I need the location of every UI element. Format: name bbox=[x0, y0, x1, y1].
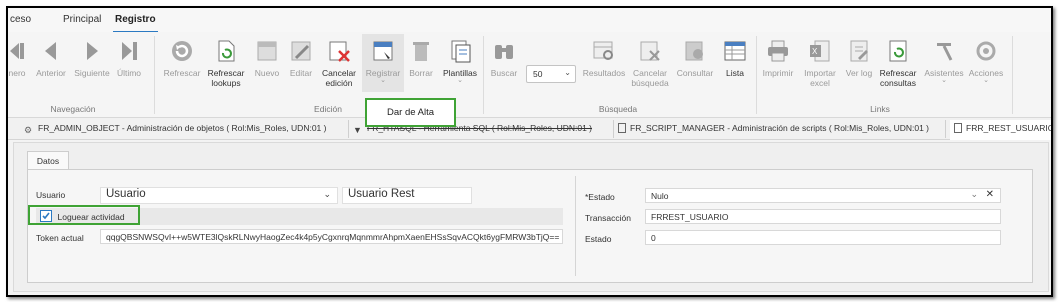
registrar-button[interactable]: Registrar ⌄ bbox=[362, 34, 404, 92]
refrescar-button[interactable]: Refrescar bbox=[161, 38, 203, 78]
register-icon bbox=[373, 41, 393, 61]
filter-icon: ▼ bbox=[353, 125, 362, 135]
menu-bar: ceso Principal Registro bbox=[8, 8, 1051, 33]
imprimir-button[interactable]: Imprimir bbox=[760, 38, 796, 78]
group-divider bbox=[483, 36, 484, 114]
cancelar-edicion-button[interactable]: Cancelar edición bbox=[320, 38, 358, 88]
estado2-label: Estado bbox=[585, 234, 612, 244]
group-divider bbox=[756, 36, 757, 114]
estado-select[interactable]: Nulo ⌄ ✕ bbox=[645, 188, 1001, 203]
acciones-button[interactable]: Acciones ⌄ bbox=[966, 38, 1006, 84]
usuario-name-field: Usuario Rest bbox=[342, 187, 472, 204]
primero-button[interactable]: nero bbox=[8, 38, 32, 78]
document-icon bbox=[954, 123, 962, 133]
query-icon bbox=[685, 41, 703, 61]
templates-icon bbox=[451, 40, 471, 63]
chevron-down-icon: ⌄ bbox=[970, 189, 978, 199]
buscar-button[interactable]: Buscar bbox=[487, 38, 521, 78]
ribbon: nero Anterior Siguiente Último Navegació… bbox=[8, 32, 1051, 118]
transaccion-label: Transacción bbox=[585, 213, 631, 223]
document-icon bbox=[618, 123, 626, 133]
editar-button[interactable]: Editar bbox=[286, 38, 316, 78]
usuario-label: Usuario bbox=[36, 190, 66, 200]
estado2-field[interactable]: 0 bbox=[645, 230, 1001, 245]
siguiente-button[interactable]: Siguiente bbox=[72, 38, 112, 78]
tab-divider bbox=[613, 120, 614, 138]
binoculars-icon bbox=[495, 45, 513, 59]
document-tabs: ⚙ FR_ADMIN_OBJECT - Administración de obj… bbox=[8, 118, 1051, 140]
form-area: Datos Usuario Usuario ⌄ Usuario Rest Log… bbox=[13, 142, 1049, 292]
chevron-down-icon: ⌄ bbox=[564, 68, 571, 77]
results-count-select[interactable]: 50 ⌄ bbox=[526, 65, 576, 83]
tab-divider bbox=[945, 120, 946, 138]
results-icon bbox=[593, 41, 613, 60]
cancel-search-icon bbox=[640, 41, 660, 61]
datos-panel: Usuario Usuario ⌄ Usuario Rest Loguear a… bbox=[27, 169, 1033, 283]
tab-datos[interactable]: Datos bbox=[27, 151, 69, 169]
refresh-queries-icon bbox=[889, 40, 907, 62]
group-navegacion: Navegación bbox=[50, 104, 96, 114]
ver-log-button[interactable]: Ver log bbox=[842, 38, 876, 78]
print-icon bbox=[768, 40, 788, 62]
checkbox-highlight bbox=[28, 205, 140, 225]
tab-divider bbox=[348, 120, 349, 138]
asistentes-button[interactable]: Asistentes ⌄ bbox=[922, 38, 966, 84]
log-icon bbox=[850, 40, 868, 62]
refrescar-consultas-button[interactable]: Refrescar consultas bbox=[876, 38, 920, 88]
group-busqueda: Búsqueda bbox=[598, 104, 638, 114]
excel-icon: X bbox=[810, 40, 830, 62]
ultimo-button[interactable]: Último bbox=[114, 38, 144, 78]
chevron-down-icon: ⌄ bbox=[457, 77, 463, 84]
usuario-select[interactable]: Usuario ⌄ bbox=[100, 187, 338, 204]
chevron-down-icon: ⌄ bbox=[941, 77, 947, 84]
anterior-button[interactable]: Anterior bbox=[32, 38, 70, 78]
list-icon bbox=[724, 41, 746, 61]
cancel-edit-icon bbox=[329, 41, 350, 62]
importar-excel-button[interactable]: X Importar excel bbox=[800, 38, 840, 88]
token-label: Token actual bbox=[36, 233, 84, 243]
borrar-button[interactable]: Borrar bbox=[406, 38, 436, 78]
resultados-button[interactable]: Resultados bbox=[582, 38, 626, 78]
chevron-down-icon: ⌄ bbox=[380, 77, 386, 84]
transaccion-field[interactable]: FRREST_USUARIO bbox=[645, 209, 1001, 224]
lista-button[interactable]: Lista bbox=[720, 38, 750, 78]
refresh-icon bbox=[172, 41, 192, 61]
consultar-button[interactable]: Consultar bbox=[674, 38, 716, 78]
doc-tab-script-manager[interactable]: FR_SCRIPT_MANAGER - Administración de sc… bbox=[618, 123, 929, 133]
column-divider bbox=[575, 176, 576, 276]
doc-tab-rest-usuario[interactable]: FRR_REST_USUARIO - ( bbox=[950, 120, 1051, 140]
refrescar-lookups-button[interactable]: Refrescar lookups bbox=[204, 38, 248, 88]
tab-proceso[interactable]: ceso bbox=[10, 14, 31, 25]
refresh-lookups-icon bbox=[218, 40, 235, 62]
edit-icon bbox=[291, 41, 311, 61]
tab-registro[interactable]: Registro bbox=[113, 14, 158, 33]
gear-icon: ⚙ bbox=[24, 125, 33, 135]
estado-label: *Estado bbox=[585, 192, 615, 202]
cancelar-busqueda-button[interactable]: Cancelar búsqueda bbox=[630, 38, 670, 88]
first-icon bbox=[10, 43, 24, 59]
tab-principal[interactable]: Principal bbox=[63, 14, 101, 25]
plantillas-button[interactable]: Plantillas ⌄ bbox=[440, 38, 480, 84]
next-icon bbox=[87, 42, 98, 60]
previous-icon bbox=[45, 42, 56, 60]
nuevo-button[interactable]: Nuevo bbox=[252, 38, 282, 78]
token-field[interactable]: qqgQBSNWSQvI++w5WTE3lQskRLNwyHaogZec4k4p… bbox=[100, 229, 563, 244]
group-divider bbox=[1012, 36, 1013, 114]
trash-icon bbox=[413, 42, 429, 61]
new-record-icon bbox=[257, 41, 277, 61]
group-divider bbox=[154, 36, 155, 114]
group-links: Links bbox=[870, 104, 890, 114]
wizard-icon bbox=[937, 43, 953, 61]
clear-icon[interactable]: ✕ bbox=[986, 189, 994, 200]
doc-tab-admin-object[interactable]: ⚙ FR_ADMIN_OBJECT - Administración de obj… bbox=[24, 123, 326, 135]
dar-de-alta-menu-item[interactable]: Dar de Alta bbox=[365, 98, 456, 127]
app-window: ceso Principal Registro nero Anterior Si… bbox=[6, 6, 1053, 297]
svg-text:X: X bbox=[812, 47, 818, 56]
last-icon bbox=[122, 42, 137, 60]
actions-icon bbox=[976, 41, 996, 61]
group-edicion: Edición bbox=[314, 104, 342, 114]
chevron-down-icon: ⌄ bbox=[983, 77, 989, 84]
chevron-down-icon: ⌄ bbox=[323, 189, 331, 199]
